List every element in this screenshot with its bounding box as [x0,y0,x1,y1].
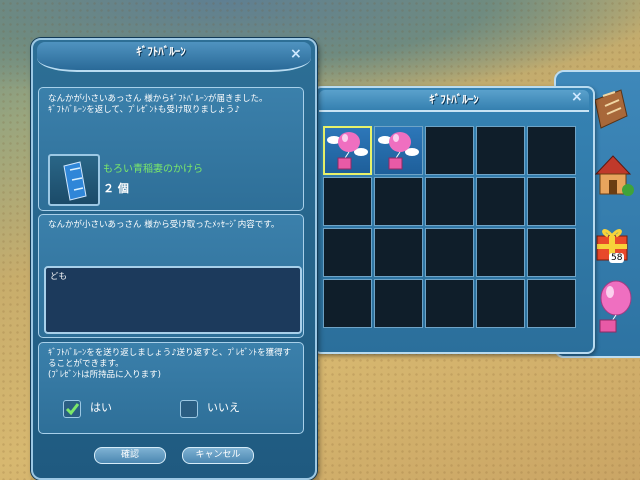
yes-checkbox[interactable] [63,400,81,418]
inventory-slot[interactable] [425,228,474,277]
check-icon [65,403,80,416]
inventory-close-button[interactable]: × [571,90,583,104]
no-checkbox[interactable] [180,400,198,418]
gift-notice-text: なんかが小さいあっさん 様からｷﾞﾌﾄﾊﾞﾙｰﾝが届きました。 ｷﾞﾌﾄﾊﾞﾙｰ… [48,94,268,115]
inventory-slot[interactable] [374,279,423,328]
inventory-slot[interactable] [323,279,372,328]
inventory-slot[interactable] [527,279,576,328]
scroll-icon[interactable] [591,86,631,138]
inventory-slot[interactable] [323,177,372,226]
item-name: もろい青稲妻のかけら [103,164,203,175]
inventory-slot[interactable] [476,177,525,226]
inventory-slot[interactable] [374,126,423,175]
dialog-title: ｷﾞﾌﾄﾊﾞﾙｰﾝ [136,45,186,58]
inventory-slot[interactable] [476,279,525,328]
inventory-slot[interactable] [527,126,576,175]
inventory-title: ｷﾞﾌﾄﾊﾞﾙｰﾝ [429,93,479,106]
inventory-slot[interactable] [476,228,525,277]
blue-lightning-shard-icon [63,161,87,201]
inventory-slot[interactable] [323,126,372,175]
message-label: なんかが小さいあっさん 様から受け取ったﾒｯｾｰｼﾞ内容です。 [48,220,280,230]
balloon-icon[interactable] [596,280,632,340]
confirm-button[interactable]: 確認 [94,447,166,464]
inventory-slot[interactable] [476,126,525,175]
inventory-slot[interactable] [425,126,474,175]
inventory-slot[interactable] [425,177,474,226]
inventory-slot[interactable] [527,177,576,226]
inventory-slot[interactable] [374,177,423,226]
cancel-button[interactable]: キャンセル [182,447,254,464]
balloon-gift-icon [378,132,419,170]
item-slot[interactable] [48,154,100,206]
item-count: ２ 個 [103,182,129,195]
message-box: ども [44,266,302,334]
house-icon[interactable] [592,152,634,202]
dialog-close-button[interactable]: × [290,47,302,61]
balloon-gift-icon [327,132,368,170]
yes-label: はい [90,401,112,414]
gift-count-badge: 58 [609,253,625,263]
return-text: ｷﾞﾌﾄﾊﾞﾙｰﾝをを送り返しましょう♪送り返すと、ﾌﾟﾚｾﾞﾝﾄを獲得すること… [48,348,292,380]
message-content: ども [50,272,68,282]
inventory-grid [323,126,576,328]
inventory-slot[interactable] [323,228,372,277]
inventory-slot[interactable] [374,228,423,277]
no-label: いいえ [207,401,240,414]
inventory-slot[interactable] [527,228,576,277]
inventory-slot[interactable] [425,279,474,328]
